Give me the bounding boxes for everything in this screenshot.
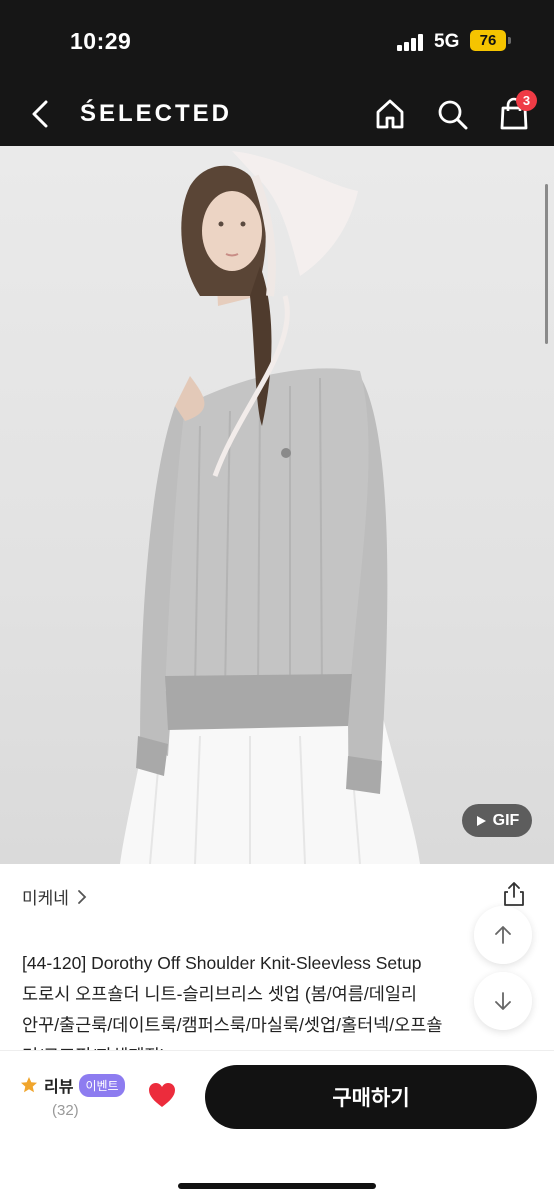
arrow-up-icon	[495, 926, 511, 944]
heart-icon	[149, 1083, 175, 1107]
network-type: 5G	[434, 31, 460, 52]
product-image[interactable]	[0, 146, 554, 864]
back-button[interactable]	[24, 96, 60, 132]
battery-icon: 76	[470, 30, 506, 51]
product-title-line: 도로시 오프숄더 니트-슬리브리스 셋업 (봄/여름/데일리	[22, 984, 418, 1004]
star-icon	[21, 1077, 37, 1093]
home-icon	[376, 99, 404, 129]
battery-level: 76	[479, 32, 497, 49]
product-title-line: 안꾸/출근룩/데이트룩/캠퍼스룩/마실룩/셋업/홀터넥/오프숄	[22, 1015, 443, 1035]
status-bar: 10:29 5G 76	[0, 0, 554, 82]
review-label: 리뷰	[44, 1079, 74, 1096]
product-title-line: [44-120] Dorothy Off Shoulder Knit-Sleev…	[22, 953, 422, 973]
image-scroll-indicator	[545, 184, 548, 344]
review-button[interactable]: 리뷰 이벤트	[20, 1073, 125, 1097]
brand-link[interactable]: 미케네	[22, 884, 87, 909]
chevron-right-icon	[78, 889, 87, 904]
battery-tip	[508, 37, 511, 44]
share-icon	[504, 882, 524, 906]
chevron-left-icon	[32, 100, 48, 128]
home-button[interactable]	[372, 96, 408, 132]
product-photo	[120, 151, 420, 864]
arrow-down-icon	[495, 992, 511, 1010]
gif-play-button[interactable]: GIF	[462, 804, 532, 837]
home-indicator	[178, 1183, 376, 1189]
scroll-top-button[interactable]	[474, 906, 532, 964]
gif-label: GIF	[492, 811, 520, 829]
buy-button[interactable]: 구매하기	[205, 1065, 537, 1129]
play-icon	[476, 815, 486, 826]
bottom-action-bar: 리뷰 이벤트 (32) 구매하기	[0, 1050, 554, 1200]
event-badge: 이벤트	[79, 1073, 125, 1097]
product-info: 미케네 [44-120] Dorothy Off Shoulder Knit-S…	[0, 864, 554, 1050]
product-title: [44-120] Dorothy Off Shoulder Knit-Sleev…	[22, 948, 522, 1050]
cellular-signal-icon	[397, 33, 425, 51]
share-button[interactable]	[500, 880, 528, 908]
cart-count-badge: 3	[516, 90, 537, 111]
status-time: 10:29	[70, 28, 132, 54]
review-count: (32)	[52, 1102, 79, 1119]
brand-name: 미케네	[22, 889, 69, 908]
product-title-line: 더/로즈핑/자체제작)	[22, 1041, 522, 1050]
wishlist-button[interactable]	[146, 1079, 178, 1111]
search-icon	[438, 100, 468, 130]
app-logo[interactable]: ŚELECTED	[80, 100, 232, 128]
search-button[interactable]	[434, 96, 470, 132]
app-header: ŚELECTED 3	[0, 82, 554, 146]
scroll-bottom-button[interactable]	[474, 972, 532, 1030]
